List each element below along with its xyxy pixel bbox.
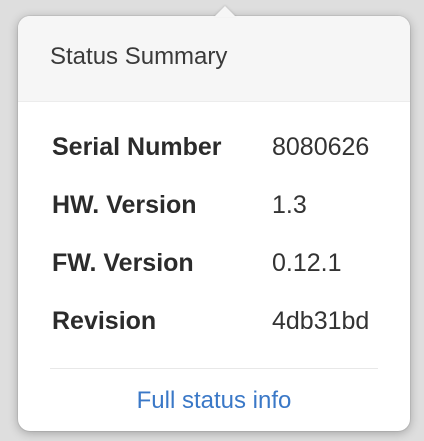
fw-version-value: 0.12.1 (272, 248, 342, 277)
full-status-info-link[interactable]: Full status info (137, 387, 292, 414)
info-row-revision: Revision 4db31bd (52, 292, 369, 350)
serial-number-value: 8080626 (272, 132, 370, 161)
status-info-table: Serial Number 8080626 HW. Version 1.3 FW… (52, 118, 369, 350)
fw-version-label: FW. Version (52, 248, 194, 277)
info-row-fw-version: FW. Version 0.12.1 (52, 234, 369, 292)
popover-body: Serial Number 8080626 HW. Version 1.3 FW… (18, 102, 410, 350)
hw-version-value: 1.3 (272, 190, 307, 219)
popover-header: Status Summary (18, 16, 410, 102)
info-row-hw-version: HW. Version 1.3 (52, 176, 369, 234)
popover-arrow (214, 6, 236, 17)
info-row-serial-number: Serial Number 8080626 (52, 118, 369, 176)
serial-number-label: Serial Number (52, 132, 222, 161)
popover-title: Status Summary (50, 42, 228, 70)
status-summary-popover: Status Summary Serial Number 8080626 HW.… (18, 6, 410, 431)
hw-version-label: HW. Version (52, 190, 197, 219)
popover-footer: Full status info (18, 369, 410, 415)
revision-value: 4db31bd (272, 306, 370, 335)
revision-label: Revision (52, 306, 157, 335)
